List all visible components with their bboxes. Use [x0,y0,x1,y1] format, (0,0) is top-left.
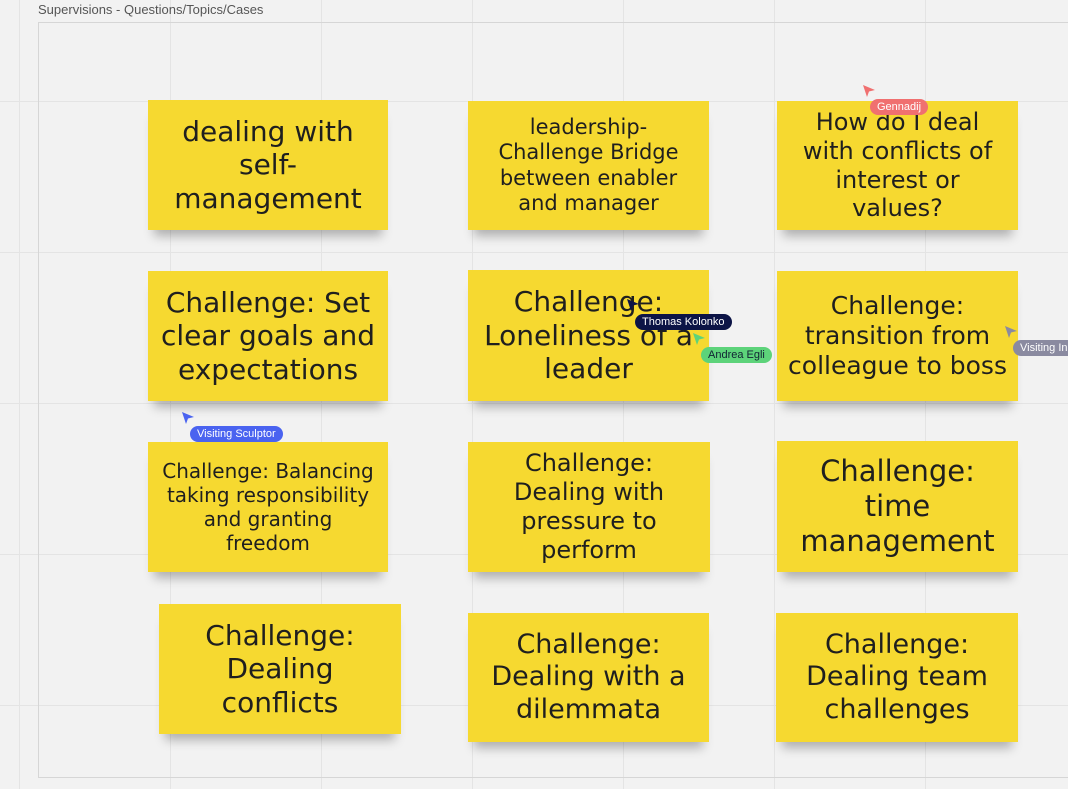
sticky-note[interactable]: Challenge: Dealing team challenges [776,613,1018,742]
collaborator-tag: Gennadij [870,99,929,115]
sticky-note-text: Challenge: Loneliness of a leader [484,285,693,386]
cursor-icon [863,85,875,97]
collaborator-tag: Visiting In [1013,340,1068,356]
sticky-note[interactable]: Challenge: Dealing with a dilemmata [468,613,709,742]
sticky-note-text: Challenge: Balancing taking responsibili… [162,459,374,555]
sticky-note-text: Challenge: Dealing team challenges [806,628,988,725]
sticky-note-text: Challenge: Set clear goals and expectati… [161,285,375,386]
sticky-note[interactable]: Challenge: time management [777,441,1018,572]
cursor-icon [1005,326,1017,338]
frame-title[interactable]: Supervisions - Questions/Topics/Cases [38,2,263,17]
sticky-note[interactable]: Challenge: Balancing taking responsibili… [148,442,388,572]
collaborator-tag: Andrea Egli [701,347,772,363]
cursor-icon [693,333,705,345]
sticky-note-text: Challenge: time management [800,454,995,558]
sticky-note-text: Challenge: transition from colleague to … [788,291,1007,380]
sticky-note[interactable]: leadership-Challenge Bridge between enab… [468,101,709,230]
collaborator-tag: Thomas Kolonko [635,314,732,330]
cursor-icon [627,299,639,311]
sticky-note[interactable]: How do I deal with conflicts of interest… [777,101,1018,230]
collaborator-tag: Visiting Sculptor [190,426,283,442]
sticky-note-text: How do I deal with conflicts of interest… [802,107,993,223]
sticky-note[interactable]: Challenge: Dealing conflicts [159,604,401,734]
sticky-note[interactable]: Challenge: Loneliness of a leader [468,270,709,401]
sticky-note-text: leadership-Challenge Bridge between enab… [498,115,679,215]
sticky-note[interactable]: dealing with self-management [148,100,388,230]
sticky-note[interactable]: Challenge: transition from colleague to … [777,271,1018,401]
sticky-note[interactable]: Challenge: Set clear goals and expectati… [148,271,388,401]
sticky-note-text: dealing with self-management [174,114,362,215]
sticky-note-text: Challenge: Dealing with pressure to perf… [513,449,665,564]
sticky-note[interactable]: Challenge: Dealing with pressure to perf… [468,442,710,572]
sticky-note-text: Challenge: Dealing with a dilemmata [491,628,686,725]
sticky-note-text: Challenge: Dealing conflicts [205,618,355,719]
cursor-icon [182,412,194,424]
